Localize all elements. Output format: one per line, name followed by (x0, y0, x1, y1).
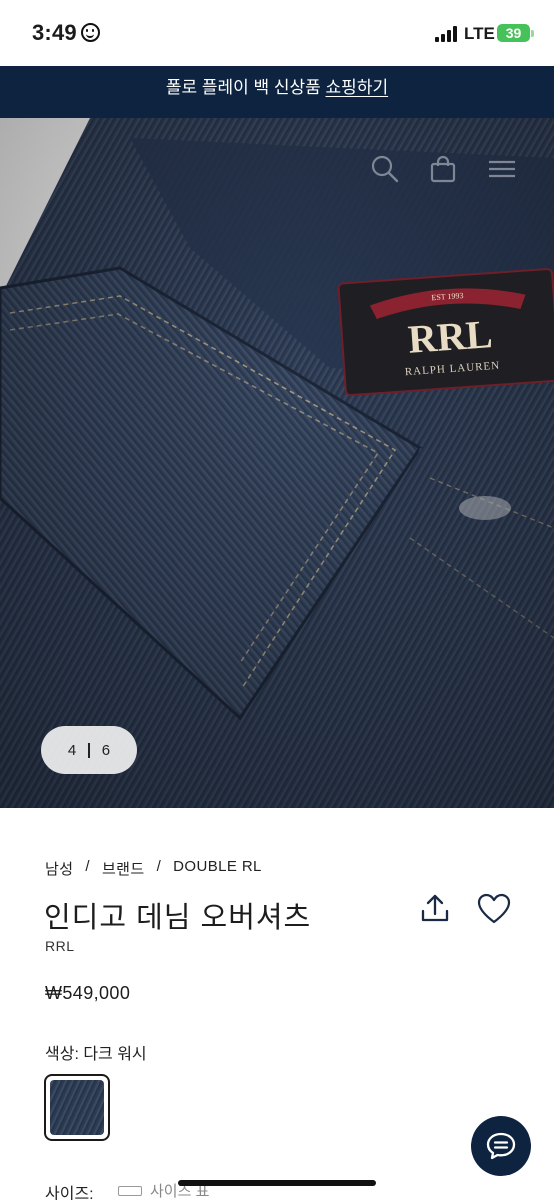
product-title: 인디고 데님 오버셔츠 (44, 902, 312, 934)
network-type: LTE (464, 24, 495, 43)
breadcrumb-separator: / (85, 858, 90, 875)
label-logo-text: RRL (407, 311, 494, 362)
search-icon[interactable] (370, 154, 400, 184)
ruler-icon (118, 1185, 142, 1196)
status-bar: 3:49 LTE 39 (0, 0, 554, 66)
home-indicator (178, 1180, 376, 1186)
battery-cap (531, 30, 534, 37)
battery-icon: 39 (497, 24, 530, 42)
signal-icon (435, 26, 459, 42)
swatch-fabric (50, 1080, 104, 1135)
product-brand: RRL (45, 938, 75, 954)
size-label: 사이즈: (45, 1186, 94, 1200)
pager-current: 4 (67, 741, 77, 759)
product-price: ₩549,000 (45, 983, 131, 1003)
time-text: 3:49 (32, 20, 77, 45)
menu-icon[interactable] (487, 154, 517, 184)
focus-smile-icon (80, 23, 100, 42)
product-image-gallery[interactable]: EST 1993 RRL RALPH LAUREN 4 6 (0, 118, 554, 808)
breadcrumb-item-men[interactable]: 남성 (45, 858, 73, 879)
promo-banner[interactable]: 폴로 플레이 백 신상품 쇼핑하기 (0, 66, 554, 118)
promo-text: 폴로 플레이 백 신상품 (165, 78, 326, 97)
pager-divider (88, 742, 90, 758)
status-time: 3:49 (32, 20, 100, 46)
promo-shop-link[interactable]: 쇼핑하기 (326, 78, 389, 97)
breadcrumb: 남성 / 브랜드 / DOUBLE RL (45, 858, 262, 879)
share-icon[interactable] (418, 892, 452, 926)
heart-icon[interactable] (476, 892, 512, 926)
breadcrumb-separator: / (156, 858, 162, 875)
pager-total: 6 (101, 741, 111, 759)
chat-button[interactable] (471, 1116, 531, 1176)
chat-bubble-icon (486, 1132, 516, 1160)
hero-toolbar (0, 154, 554, 194)
color-label: 색상: 다크 워시 (45, 1046, 147, 1063)
shopping-bag-icon[interactable] (428, 154, 458, 184)
breadcrumb-item-brand[interactable]: 브랜드 (102, 858, 145, 879)
image-pager: 4 6 (41, 726, 137, 774)
color-swatch-dark-wash[interactable] (44, 1074, 110, 1141)
denim-shirt-image: EST 1993 RRL RALPH LAUREN (0, 118, 554, 808)
breadcrumb-item-double-rl[interactable]: DOUBLE RL (173, 858, 262, 879)
